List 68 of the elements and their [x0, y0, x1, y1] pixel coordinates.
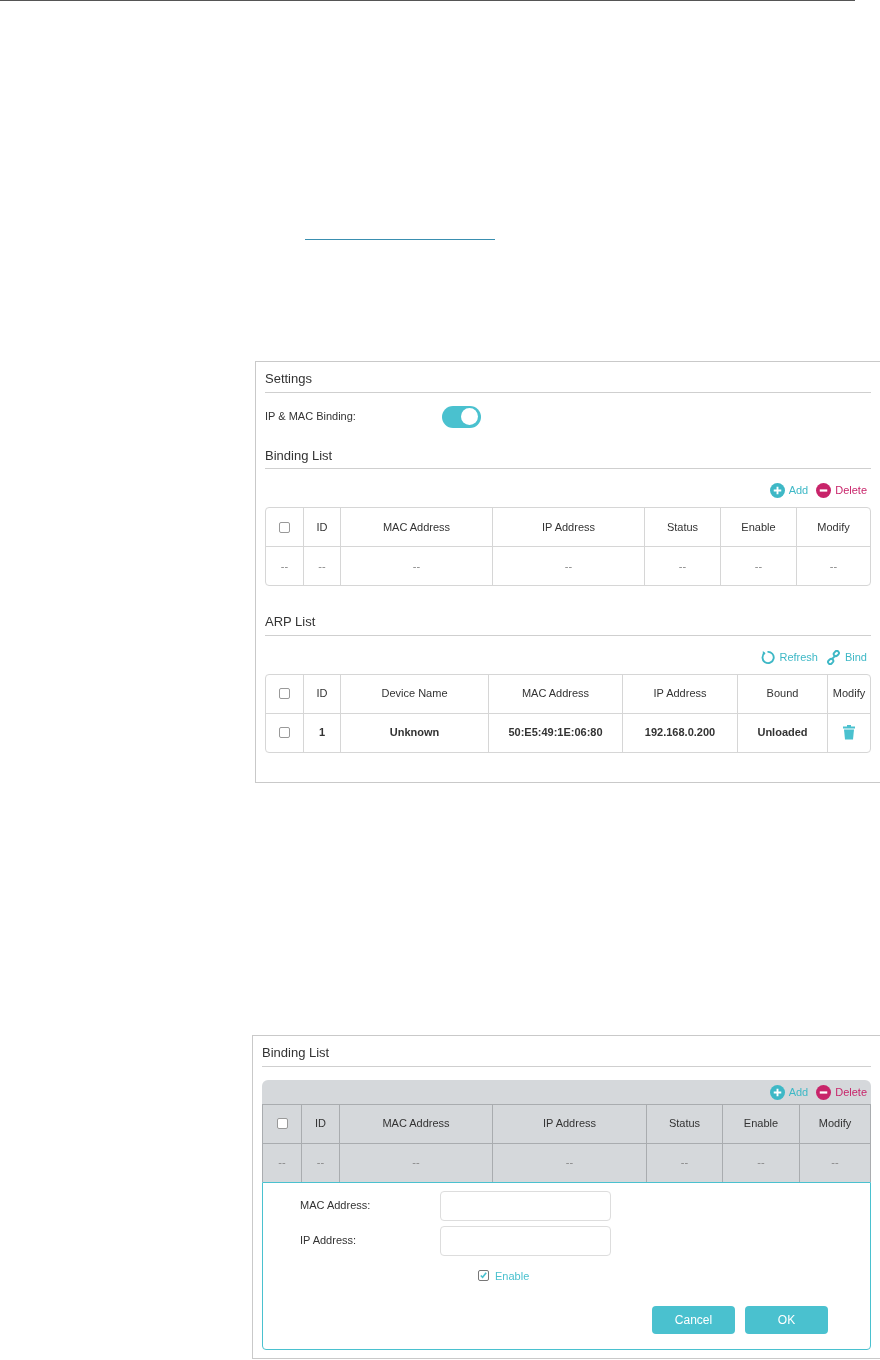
column-header: IP Address	[543, 1116, 596, 1132]
table-cell-text: --	[565, 1155, 574, 1171]
field-label: MAC Address:	[299, 1198, 372, 1214]
field-label: IP Address:	[299, 1233, 358, 1249]
column-header: Status	[666, 519, 699, 535]
table-cell-text: Unloaded	[757, 725, 808, 741]
table-cell-text: --	[412, 1155, 420, 1171]
link-icon	[825, 650, 841, 665]
checkbox[interactable]	[279, 521, 290, 533]
table-cell-text: --	[678, 558, 687, 574]
add-action[interactable]: Add	[769, 481, 809, 499]
ok-button[interactable]: OK	[745, 1306, 828, 1334]
table-cell-text: Unknown	[389, 725, 440, 741]
table-cell-text: --	[564, 558, 573, 574]
table-cell-text: --	[754, 558, 763, 574]
trash-icon[interactable]	[843, 725, 855, 740]
column-header: ID	[316, 519, 328, 535]
section-title: Binding List	[262, 1044, 331, 1062]
table-cell-text: 50:E5:49:1E:06:80	[508, 725, 603, 741]
cancel-button[interactable]: Cancel	[652, 1306, 735, 1334]
checkbox[interactable]	[478, 1270, 489, 1282]
toggle-switch[interactable]	[442, 405, 481, 428]
column-header: ID	[315, 1116, 326, 1132]
column-header: IP Address	[542, 519, 595, 535]
table-cell-text: --	[316, 1155, 325, 1171]
table-cell-text: 1	[318, 725, 326, 741]
table-cell-text: --	[280, 558, 289, 574]
refresh-icon	[760, 650, 776, 665]
table-cell-text: --	[412, 558, 421, 574]
add-icon	[769, 482, 785, 498]
refresh-action[interactable]: Refresh	[760, 649, 818, 666]
table-cell-text: --	[831, 1155, 839, 1171]
delete-action[interactable]: Delete	[816, 1084, 867, 1101]
column-header: IP Address	[653, 686, 707, 702]
toggle-label: IP & MAC Binding:	[265, 409, 357, 425]
column-header: MAC Address	[521, 686, 590, 702]
delete-action[interactable]: Delete	[816, 481, 867, 499]
column-header: Bound	[766, 686, 799, 702]
table-cell-text: --	[680, 1155, 689, 1171]
section-title: Settings	[265, 370, 313, 388]
checkbox[interactable]	[276, 1118, 288, 1129]
bind-action[interactable]: Bind	[825, 649, 867, 666]
table-cell-text: 192.168.0.200	[644, 725, 716, 741]
checkbox[interactable]	[279, 727, 290, 738]
column-header: MAC Address	[382, 519, 451, 535]
minus-icon	[816, 482, 832, 498]
column-header: Enable	[741, 519, 776, 535]
column-header: Enable	[743, 1116, 779, 1132]
table-cell-text: --	[318, 558, 326, 574]
add-icon	[769, 1085, 785, 1100]
add-action[interactable]: Add	[769, 1084, 809, 1101]
table-cell-text: --	[757, 1155, 765, 1171]
table-cell-text: --	[278, 1155, 286, 1171]
section-title: ARP List	[265, 613, 317, 631]
column-header: Modify	[832, 686, 866, 702]
checkbox-label: Enable	[495, 1268, 530, 1284]
text-field[interactable]	[440, 1190, 611, 1221]
checkbox[interactable]	[279, 688, 290, 699]
column-header: Modify	[818, 1116, 852, 1132]
minus-icon	[816, 1085, 832, 1100]
table-cell-text: --	[829, 558, 838, 574]
column-header: Modify	[817, 519, 850, 535]
section-title: Binding List	[265, 446, 334, 465]
column-header: ID	[316, 686, 328, 702]
column-header: Status	[668, 1116, 701, 1132]
column-header: Device Name	[381, 686, 448, 702]
text-field[interactable]	[440, 1225, 611, 1256]
column-header: MAC Address	[382, 1116, 450, 1132]
